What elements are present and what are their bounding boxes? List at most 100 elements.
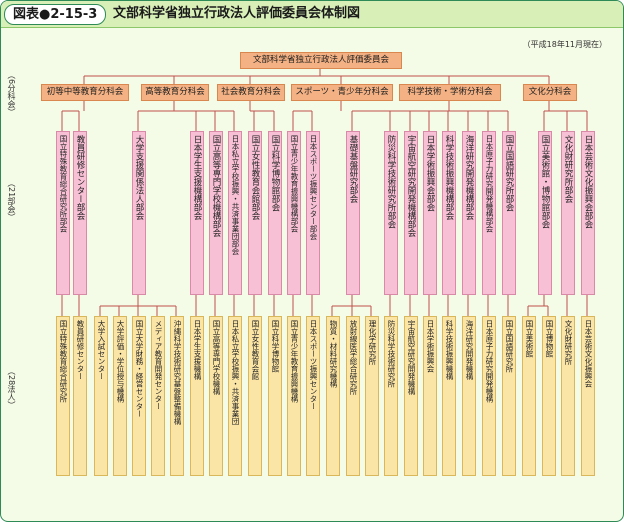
bukai-private-school-promotion: 日本私立学校振興・共済事業団部会	[228, 131, 242, 295]
institution-nise: 国立特殊教育総合研究所	[56, 316, 70, 476]
bukai-promotion-of-science: 日本学術振興会部会	[423, 131, 437, 295]
date-note: （平成18年11月現在）	[522, 40, 607, 49]
institution-ninjal: 国立国語研究所	[502, 316, 516, 476]
institution-label: 文化財研究所	[564, 320, 573, 365]
bukai-label: 日本学術振興会部会	[425, 135, 435, 212]
bukai-label: 日本原子力研究開発機構部会	[485, 135, 494, 233]
institution-label: 放射線医学総合研究所	[349, 320, 358, 395]
subcommittee-sports-youth: スポーツ・青少年分科会	[291, 84, 393, 101]
bukai-colleges-of-technology: 国立高等専門学校機構部会	[209, 131, 223, 295]
institution-label: 日本学生支援機構	[193, 320, 202, 380]
institution-label: 理化学研究所	[368, 320, 377, 365]
bukai-basic-research: 基礎基盤研究部会	[346, 131, 360, 295]
bukai-label: 宇宙航空研究開発機構部会	[406, 135, 416, 237]
institution-label: 日本学術振興会	[426, 320, 435, 373]
bukai-label: 大学支援関係法人部会	[134, 135, 144, 220]
bukai-womens-education: 国立女性教育会館部会	[248, 131, 262, 295]
root-committee: 文部科学省独立行政法人評価委員会	[240, 52, 402, 69]
institution-label: 日本芸術文化振興会	[584, 320, 593, 388]
institution-label: 国立高等専門学校機構	[212, 320, 221, 395]
institution-jsps: 日本学術振興会	[423, 316, 437, 476]
bukai-label: 文化財研究所部会	[563, 135, 573, 203]
bukai-science-museum: 国立科学博物館部会	[268, 131, 282, 295]
side-label-bukai: （21部会）	[7, 179, 16, 222]
institution-jst: 科学技術振興機構	[442, 316, 456, 476]
institution-label: 日本スポーツ振興センター	[309, 320, 318, 410]
bukai-label: 国立青少年教育振興機構部会	[290, 135, 299, 233]
institution-label: メディア教育開発センター	[154, 320, 163, 410]
institution-bosai: 防災科学技術研究所	[384, 316, 398, 476]
bukai-teacher-training: 教員研修センター部会	[73, 131, 87, 295]
institution-label: 国立美術館	[525, 320, 534, 358]
institution-label: 大学入試センター	[97, 320, 106, 380]
subcommittee-science-technology: 科学技術・学術分科会	[399, 84, 501, 101]
bukai-label: 国立特殊教育総合研究所部会	[59, 135, 68, 233]
bukai-label: 基礎基盤研究部会	[348, 135, 358, 203]
bukai-sport-council: 日本スポーツ振興センター部会	[306, 131, 320, 295]
institution-okinawa: 沖縄科学技術研究基盤整備機構	[170, 316, 184, 476]
bukai-art-museums: 国立美術館・博物館部会	[538, 131, 552, 295]
institution-label: 沖縄科学技術研究基盤整備機構	[173, 320, 182, 425]
institution-kosen: 国立高等専門学校機構	[209, 316, 223, 476]
institution-niad: 大学評価・学位授与機構	[113, 316, 127, 476]
institution-label: 日本私立学校振興・共済事業団	[231, 320, 240, 425]
institution-nims: 物質・材料研究機構	[326, 316, 340, 476]
bukai-label: 教員研修センター部会	[75, 135, 85, 220]
bukai-science-technology-agency: 科学技術振興機構部会	[442, 131, 456, 295]
subcommittee-social-education: 社会教育分科会	[217, 84, 285, 101]
subcommittee-higher-education: 高等教育分科会	[141, 84, 209, 101]
institution-youth-education: 国立青少年教育振興機構	[287, 316, 301, 476]
bukai-marine-earth-science: 海洋研究開発機構部会	[462, 131, 476, 295]
institution-jamstec: 海洋研究開発機構	[462, 316, 476, 476]
institution-sport-council: 日本スポーツ振興センター	[306, 316, 320, 476]
bukai-label: 国立美術館・博物館部会	[540, 135, 550, 229]
side-label-subcommittees: （6分科会）	[7, 71, 16, 117]
bukai-japanese-language: 国立国語研究所部会	[502, 131, 516, 295]
bukai-university-support: 大学支援関係法人部会	[132, 131, 146, 295]
institution-cultural-properties: 文化財研究所	[561, 316, 575, 476]
bukai-label: 国立高等専門学校機構部会	[211, 135, 221, 237]
institution-art-museum: 国立美術館	[522, 316, 536, 476]
subcommittee-primary-secondary: 初等中等教育分科会	[41, 84, 129, 101]
institution-teacher-training-center: 教員研修センター	[73, 316, 87, 476]
bukai-label: 国立国語研究所部会	[504, 135, 514, 212]
bukai-label: 防災科学技術研究所部会	[386, 135, 396, 229]
institution-label: 国立国語研究所	[505, 320, 514, 373]
institution-label: 国立科学博物館	[271, 320, 280, 373]
bukai-label: 日本スポーツ振興センター部会	[309, 135, 318, 240]
institution-university-finance: 国立大学財務・経営センター	[132, 316, 146, 476]
bukai-disaster-prevention: 防災科学技術研究所部会	[384, 131, 398, 295]
institution-jaea: 日本原子力研究開発機構	[482, 316, 496, 476]
institution-label: 物質・材料研究機構	[329, 320, 338, 388]
bukai-label: 国立女性教育会館部会	[250, 135, 260, 220]
bukai-label: 科学技術振興機構部会	[444, 135, 454, 220]
institution-label: 海洋研究開発機構	[465, 320, 474, 380]
bukai-arts-council: 日本芸術文化振興会部会	[581, 131, 595, 295]
institution-national-museum: 国立博物館	[542, 316, 556, 476]
institution-label: 国立女性教育会館	[251, 320, 260, 380]
institution-science-museum: 国立科学博物館	[268, 316, 282, 476]
bukai-student-services: 日本学生支援機構部会	[190, 131, 204, 295]
institution-nwec: 国立女性教育会館	[248, 316, 262, 476]
bukai-cultural-properties: 文化財研究所部会	[561, 131, 575, 295]
institution-jasso: 日本学生支援機構	[190, 316, 204, 476]
institution-nirs: 放射線医学総合研究所	[346, 316, 360, 476]
institution-jaxa: 宇宙航空研究開発機構	[404, 316, 418, 476]
institution-label: 防災科学技術研究所	[387, 320, 396, 388]
institution-label: 日本原子力研究開発機構	[485, 320, 494, 403]
subcommittee-culture: 文化分科会	[523, 84, 577, 101]
institution-riken: 理化学研究所	[365, 316, 379, 476]
institution-label: 科学技術振興機構	[445, 320, 454, 380]
bukai-aerospace: 宇宙航空研究開発機構部会	[404, 131, 418, 295]
bukai-label: 国立科学博物館部会	[270, 135, 280, 212]
institution-dnc: 大学入試センター	[94, 316, 108, 476]
institution-arts-council: 日本芸術文化振興会	[581, 316, 595, 476]
institution-label: 宇宙航空研究開発機構	[407, 320, 416, 395]
bukai-label: 日本学生支援機構部会	[192, 135, 202, 220]
bukai-special-education: 国立特殊教育総合研究所部会	[56, 131, 70, 295]
bukai-youth-education: 国立青少年教育振興機構部会	[287, 131, 301, 295]
institution-nime: メディア教育開発センター	[151, 316, 165, 476]
bukai-label: 日本芸術文化振興会部会	[583, 135, 593, 229]
bukai-label: 日本私立学校振興・共済事業団部会	[231, 135, 240, 255]
institution-label: 国立大学財務・経営センター	[135, 320, 144, 418]
